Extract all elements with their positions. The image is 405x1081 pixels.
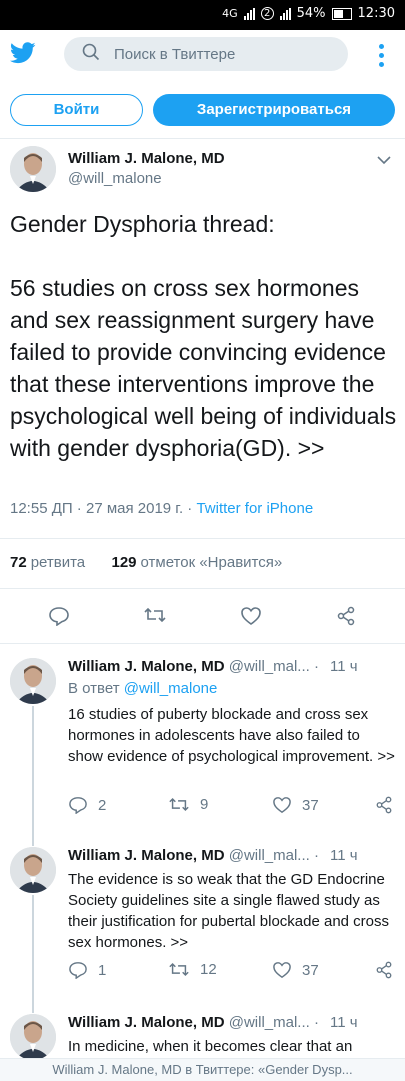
- thread-line: [32, 706, 34, 846]
- retweet-icon: [169, 797, 189, 812]
- battery-label: 54%: [296, 6, 326, 21]
- reply-text: In medicine, when it becomes clear that …: [68, 1038, 353, 1055]
- like-icon: [273, 797, 291, 814]
- reply-icon: [69, 962, 87, 979]
- reply-time[interactable]: 11 ч: [330, 658, 358, 675]
- avatar[interactable]: [10, 1014, 56, 1060]
- like-icon[interactable]: [240, 606, 262, 631]
- author-name[interactable]: William J. Malone, MD: [68, 658, 225, 675]
- retweets-stat[interactable]: 72 ретвита: [10, 554, 85, 571]
- avatar[interactable]: [10, 847, 56, 893]
- page-title-bar: William J. Malone, MD в Твиттере: «Gende…: [0, 1058, 405, 1081]
- reply-text: The evidence is so weak that the GD Endo…: [68, 871, 390, 951]
- reply-count: 1: [98, 961, 107, 979]
- retweet-icon[interactable]: [143, 606, 167, 629]
- author-handle[interactable]: @will_mal... ·: [229, 1014, 319, 1031]
- like-icon: [273, 962, 291, 979]
- like-count: 37: [302, 796, 319, 814]
- author-handle[interactable]: @will_malone: [68, 170, 162, 187]
- avatar[interactable]: [10, 658, 56, 704]
- twitter-bird-icon[interactable]: [9, 42, 36, 69]
- share-icon[interactable]: [336, 606, 356, 631]
- tweet-stats: 72 ретвита 129 отметок «Нравится»: [10, 554, 282, 571]
- reply-text: 16 studies of puberty blockade and cross…: [68, 706, 395, 765]
- share-icon[interactable]: [375, 961, 393, 979]
- reply-icon[interactable]: [48, 606, 70, 631]
- author-name[interactable]: William J. Malone, MD: [68, 150, 225, 167]
- tweet-actions: [0, 596, 405, 636]
- tweet-text: Gender Dysphoria thread: 56 studies on c…: [10, 211, 397, 461]
- clock: 12:30: [357, 6, 395, 21]
- divider: [0, 588, 405, 589]
- search-input[interactable]: Поиск в Твиттере: [64, 37, 348, 71]
- like-button[interactable]: 37: [272, 961, 319, 979]
- search-placeholder: Поиск в Твиттере: [114, 45, 236, 63]
- signal-icon-2: [279, 7, 291, 20]
- retweet-icon: [169, 962, 189, 977]
- chevron-down-icon[interactable]: [377, 152, 391, 170]
- reply-to-line: В ответ @will_malone: [68, 680, 217, 697]
- likes-label: отметок «Нравится»: [140, 554, 283, 571]
- reply-button[interactable]: 2: [68, 796, 106, 814]
- reply-to-link[interactable]: @will_malone: [124, 680, 218, 697]
- divider: [0, 538, 405, 539]
- retweet-count: 12: [200, 961, 217, 978]
- author-name[interactable]: William J. Malone, MD: [68, 1014, 225, 1031]
- reply-time[interactable]: 11 ч: [330, 847, 358, 864]
- likes-count: 129: [111, 554, 137, 571]
- retweets-label: ретвита: [30, 554, 86, 571]
- network-label: 4G: [222, 7, 238, 20]
- author-handle[interactable]: @will_mal... ·: [229, 847, 319, 864]
- signal-icon: [243, 7, 255, 20]
- likes-stat[interactable]: 129 отметок «Нравится»: [111, 554, 282, 571]
- author-name[interactable]: William J. Malone, MD: [68, 847, 225, 864]
- sim-badge: 2: [260, 7, 274, 20]
- battery-icon: [331, 7, 352, 20]
- reply-time[interactable]: 11 ч: [330, 1014, 358, 1031]
- reply-header: William J. Malone, MD @will_mal... ·: [68, 847, 319, 864]
- like-count: 37: [302, 961, 319, 979]
- status-bar: 4G 2 54% 12:30: [0, 0, 405, 30]
- reply-actions: 2 9 37: [68, 796, 398, 820]
- reply-header: William J. Malone, MD @will_mal... ·: [68, 1014, 319, 1031]
- reply-actions: 1 12 37: [68, 961, 398, 985]
- reply-prefix: В ответ: [68, 680, 120, 697]
- reply-count: 2: [98, 796, 107, 814]
- auth-row: Войти Зарегистрироваться: [0, 80, 405, 139]
- login-button[interactable]: Войти: [10, 94, 143, 126]
- divider: [0, 643, 405, 644]
- more-vertical-icon[interactable]: [379, 44, 385, 71]
- tweet-source-link[interactable]: Twitter for iPhone: [196, 500, 313, 517]
- avatar[interactable]: [10, 146, 56, 192]
- author-handle[interactable]: @will_mal... ·: [229, 658, 319, 675]
- like-button[interactable]: 37: [272, 796, 319, 814]
- search-icon: [82, 43, 100, 66]
- retweets-count: 72: [10, 554, 27, 571]
- retweet-count: 9: [200, 796, 209, 813]
- reply-header: William J. Malone, MD @will_mal... ·: [68, 658, 319, 675]
- retweet-button[interactable]: 12: [168, 961, 217, 978]
- signup-button[interactable]: Зарегистрироваться: [153, 94, 395, 126]
- reply-button[interactable]: 1: [68, 961, 106, 979]
- reply-icon: [69, 797, 87, 814]
- tweet-meta: 12:55 ДП · 27 мая 2019 г. · Twitter for …: [10, 500, 313, 517]
- tweet-timestamp[interactable]: 12:55 ДП · 27 мая 2019 г. ·: [10, 500, 196, 517]
- thread-line: [32, 895, 34, 1013]
- top-bar: Поиск в Твиттере: [0, 30, 405, 80]
- retweet-button[interactable]: 9: [168, 796, 208, 813]
- share-icon[interactable]: [375, 796, 393, 814]
